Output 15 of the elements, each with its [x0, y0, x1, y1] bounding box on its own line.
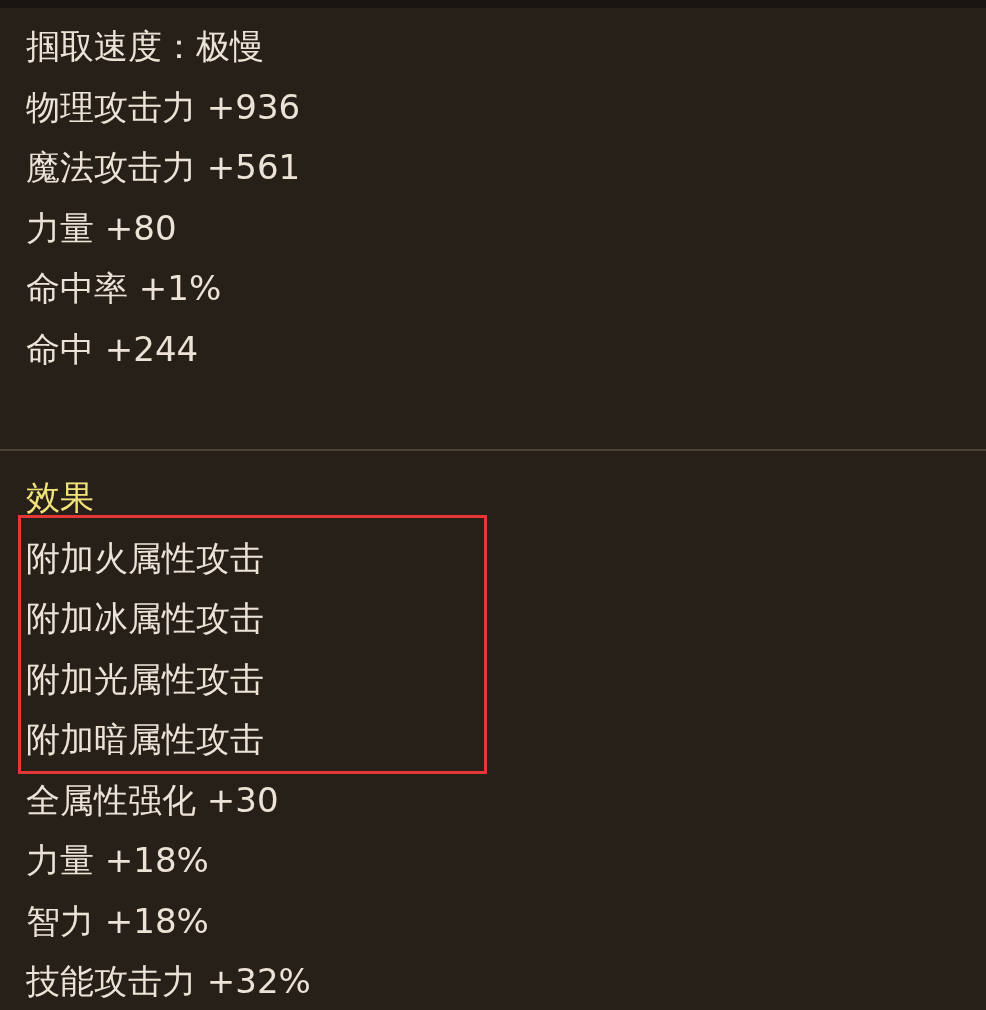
section-title: 效果 — [26, 477, 94, 517]
effect-line: 附加火属性攻击 — [26, 537, 264, 578]
effect-line: 力量 +18% — [26, 840, 209, 880]
effect-line: 附加光属性攻击 — [26, 658, 264, 699]
stat-line: 命中 +244 — [26, 328, 199, 369]
effect-line: 技能攻击力 +32% — [26, 961, 311, 1001]
effect-line: 附加暗属性攻击 — [26, 719, 264, 759]
effect-line: 智力 +18% — [26, 900, 209, 941]
effect-line: 全属性强化 +30 — [26, 779, 279, 820]
effect-line: 附加冰属性攻击 — [26, 598, 264, 638]
stat-line: 魔法攻击力 +561 — [26, 147, 301, 187]
stat-line: 命中率 +1% — [26, 268, 222, 308]
stat-line: 力量 +80 — [26, 207, 177, 248]
stat-line: 物理攻击力 +936 — [26, 86, 301, 127]
stat-line: 掴取速度：极慢 — [26, 26, 264, 66]
